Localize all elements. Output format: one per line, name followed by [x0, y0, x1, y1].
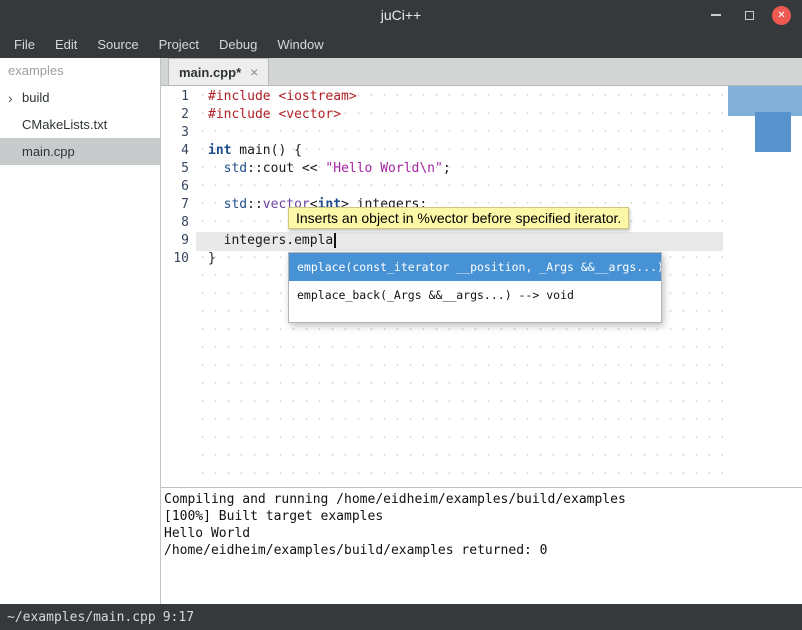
- sidebar-header: examples: [0, 58, 160, 84]
- restore-button[interactable]: [739, 5, 759, 25]
- code-segment: "Hello World\n": [325, 161, 442, 176]
- tree-item-label: CMakeLists.txt: [22, 117, 107, 132]
- code-line-6: 6: [161, 178, 802, 196]
- tab-label: main.cpp*: [179, 65, 241, 80]
- terminal-output[interactable]: Compiling and running /home/eidheim/exam…: [161, 488, 802, 604]
- minimize-icon: [711, 14, 721, 16]
- sidebar-tree: ›build CMakeLists.txt main.cpp: [0, 84, 160, 165]
- tree-item-label: main.cpp: [22, 144, 75, 159]
- code-segment: [208, 161, 224, 176]
- line-number: 1: [161, 88, 196, 106]
- code-text[interactable]: }: [196, 250, 216, 268]
- code-text[interactable]: int main() {: [196, 142, 302, 160]
- scrollbar-thumb[interactable]: [755, 112, 791, 152]
- tab-main-cpp[interactable]: main.cpp* ×: [168, 58, 269, 85]
- code-text[interactable]: [196, 178, 208, 196]
- line-number: 3: [161, 124, 196, 142]
- tab-close-icon[interactable]: ×: [250, 64, 258, 80]
- code-text[interactable]: std::cout << "Hello World\n";: [196, 160, 451, 178]
- code-text[interactable]: #include <vector>: [196, 106, 341, 124]
- status-cursor-position: 9:17: [163, 610, 194, 625]
- sidebar-item-cmakelists-txt[interactable]: CMakeLists.txt: [0, 111, 160, 138]
- status-bar: ~/examples/main.cpp 9:17: [0, 604, 802, 630]
- editor-column: main.cpp* × 1 #include <iostream> 2 #includ…: [161, 58, 802, 604]
- code-segment: ::: [247, 197, 263, 212]
- code-segment: std: [224, 161, 247, 176]
- sidebar: examples ›build CMakeLists.txt main.cpp: [0, 58, 161, 604]
- code-segment: #include <iostream>: [208, 89, 357, 104]
- terminal-line: [100%] Built target examples: [164, 508, 799, 525]
- menu-bar: FileEditSourceProjectDebugWindow: [0, 30, 802, 58]
- terminal-line: /home/eidheim/examples/build/examples re…: [164, 542, 799, 559]
- minimize-button[interactable]: [706, 5, 726, 25]
- restore-icon: [745, 11, 754, 20]
- titlebar: juCi++ ✕: [0, 0, 802, 30]
- code-segment: [208, 197, 224, 212]
- code-segment: #include <vector>: [208, 107, 341, 122]
- main-area: examples ›build CMakeLists.txt main.cpp ma…: [0, 58, 802, 604]
- line-number: 7: [161, 196, 196, 214]
- code-line-4: 4int main() {: [161, 142, 802, 160]
- sidebar-item-build[interactable]: ›build: [0, 84, 160, 111]
- menu-item-source[interactable]: Source: [87, 30, 148, 58]
- code-line-1: 1 #include <iostream>: [161, 88, 802, 106]
- code-segment: ;: [443, 161, 451, 176]
- menu-item-debug[interactable]: Debug: [209, 30, 267, 58]
- code-segment: std: [224, 197, 247, 212]
- code-segment: main() {: [231, 143, 301, 158]
- line-number: 5: [161, 160, 196, 178]
- status-file-path: ~/examples/main.cpp: [7, 610, 156, 625]
- code-text[interactable]: integers.empla: [196, 232, 336, 250]
- code-line-3: 3: [161, 124, 802, 142]
- code-line-5: 5 std::cout << "Hello World\n";: [161, 160, 802, 178]
- chevron-right-icon[interactable]: ›: [8, 90, 22, 106]
- line-number: 10: [161, 250, 196, 268]
- menu-item-file[interactable]: File: [4, 30, 45, 58]
- completion-tooltip: Inserts an object in %vector before spec…: [288, 207, 629, 229]
- window-controls: ✕: [706, 5, 802, 25]
- close-button[interactable]: ✕: [772, 6, 791, 25]
- menu-item-window[interactable]: Window: [267, 30, 333, 58]
- code-segment: ::cout <<: [247, 161, 325, 176]
- tab-bar: main.cpp* ×: [161, 58, 802, 86]
- code-text[interactable]: [196, 214, 208, 232]
- window-title: juCi++: [0, 7, 802, 23]
- completion-popup: emplace(const_iterator __position, _Args…: [288, 252, 662, 323]
- line-number: 9: [161, 232, 196, 250]
- code-text[interactable]: #include <iostream>: [196, 88, 357, 106]
- sidebar-item-main-cpp[interactable]: main.cpp: [0, 138, 160, 165]
- line-number: 6: [161, 178, 196, 196]
- code-line-9: 9 integers.empla: [161, 232, 802, 250]
- line-number: 8: [161, 214, 196, 232]
- code-lines: 1 #include <iostream> 2 #include <vector> 34…: [161, 88, 802, 268]
- menu-item-edit[interactable]: Edit: [45, 30, 87, 58]
- terminal-line: Hello World: [164, 525, 799, 542]
- code-segment: integers.empla: [208, 233, 333, 248]
- completion-item[interactable]: emplace(const_iterator __position, _Args…: [289, 253, 661, 281]
- line-number: 2: [161, 106, 196, 124]
- code-text[interactable]: [196, 124, 208, 142]
- line-number: 4: [161, 142, 196, 160]
- terminal-line: Compiling and running /home/eidheim/exam…: [164, 491, 799, 508]
- app-window: juCi++ ✕ FileEditSourceProjectDebugWindo…: [0, 0, 802, 630]
- text-cursor: [334, 233, 336, 248]
- code-segment: }: [208, 251, 216, 266]
- completion-item[interactable]: emplace_back(_Args &&__args...) --> void: [289, 281, 661, 309]
- editor-pane[interactable]: 1 #include <iostream> 2 #include <vector> 34…: [161, 86, 802, 487]
- tree-item-label: build: [22, 90, 49, 105]
- menu-item-project[interactable]: Project: [149, 30, 209, 58]
- code-segment: int: [208, 143, 231, 158]
- code-line-2: 2 #include <vector>: [161, 106, 802, 124]
